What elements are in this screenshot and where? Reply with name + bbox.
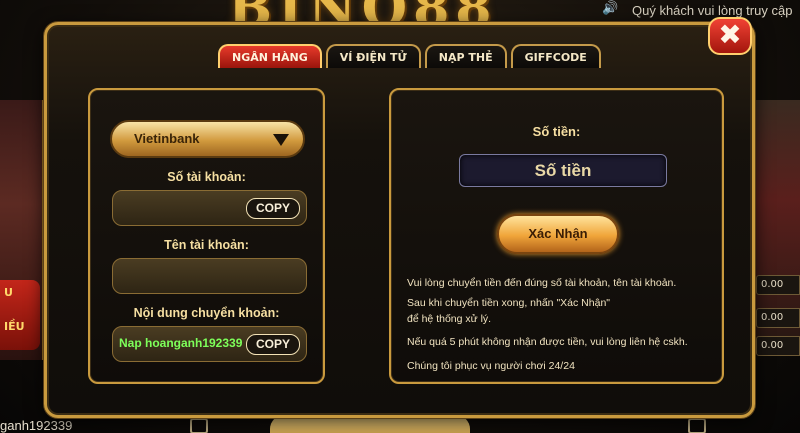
tab-bank[interactable]: NGÂN HÀNG [218, 44, 322, 68]
right-balance-field: 0.00 [756, 275, 800, 295]
left-badge-bottom-text: IỀU [4, 320, 25, 333]
copy-account-number-button[interactable]: COPY [246, 198, 300, 219]
transfer-content-field[interactable]: Nap hoanganh192339 COPY [112, 326, 307, 362]
close-button[interactable]: ✖ [708, 17, 752, 55]
confirm-button[interactable]: Xác Nhận [497, 214, 619, 254]
note-line: Chúng tôi phục vụ người chơi 24/24 [407, 360, 575, 372]
cash-icon[interactable] [190, 418, 208, 433]
account-name-label: Tên tài khoản: [164, 238, 249, 252]
note-line: Nếu quá 5 phút không nhận được tiền, vui… [407, 336, 688, 348]
bank-info-panel: Vietinbank Số tài khoản: COPY Tên tài kh… [88, 88, 325, 384]
note-line: Sau khi chuyển tiền xong, nhấn "Xác Nhận… [407, 297, 611, 309]
announcement-ticker: Quý khách vui lòng truy cập [632, 3, 793, 18]
copy-transfer-content-button[interactable]: COPY [246, 334, 300, 355]
left-event-badge[interactable]: U IỀU [0, 280, 40, 350]
caret-down-icon [273, 134, 289, 146]
amount-input[interactable]: Số tiền [459, 154, 667, 187]
bank-select[interactable]: Vietinbank [110, 120, 305, 158]
right-balance-field: 0.00 [756, 336, 800, 356]
tab-giftcode[interactable]: GIFFCODE [510, 44, 601, 68]
right-balance-field: 0.00 [756, 308, 800, 328]
deposit-tabs: NGÂN HÀNG VÍ ĐIỆN TỬ NẠP THẺ GIFFCODE [218, 44, 601, 68]
left-badge-top-text: U [4, 286, 13, 299]
amount-panel: Số tiền: Số tiền Xác Nhận Vui lòng chuyể… [389, 88, 724, 384]
bank-select-value: Vietinbank [134, 131, 200, 146]
tab-card[interactable]: NẠP THẺ [424, 44, 507, 68]
note-line: để hệ thống xử lý. [407, 313, 492, 325]
transfer-content-label: Nội dung chuyển khoản: [133, 306, 280, 320]
account-number-field[interactable]: COPY [112, 190, 307, 226]
transfer-content-value: Nap hoanganh192339 [119, 336, 243, 350]
tab-e-wallet[interactable]: VÍ ĐIỆN TỬ [325, 44, 421, 68]
account-name-field[interactable] [112, 258, 307, 294]
amount-label: Số tiền: [532, 124, 581, 139]
speaker-icon: 🔊 [602, 1, 619, 16]
player-username: ganh192339 [0, 418, 73, 433]
note-line: Vui lòng chuyển tiền đến đúng số tài kho… [407, 277, 677, 289]
gift-icon[interactable] [688, 418, 706, 433]
account-number-label: Số tài khoản: [167, 170, 246, 184]
